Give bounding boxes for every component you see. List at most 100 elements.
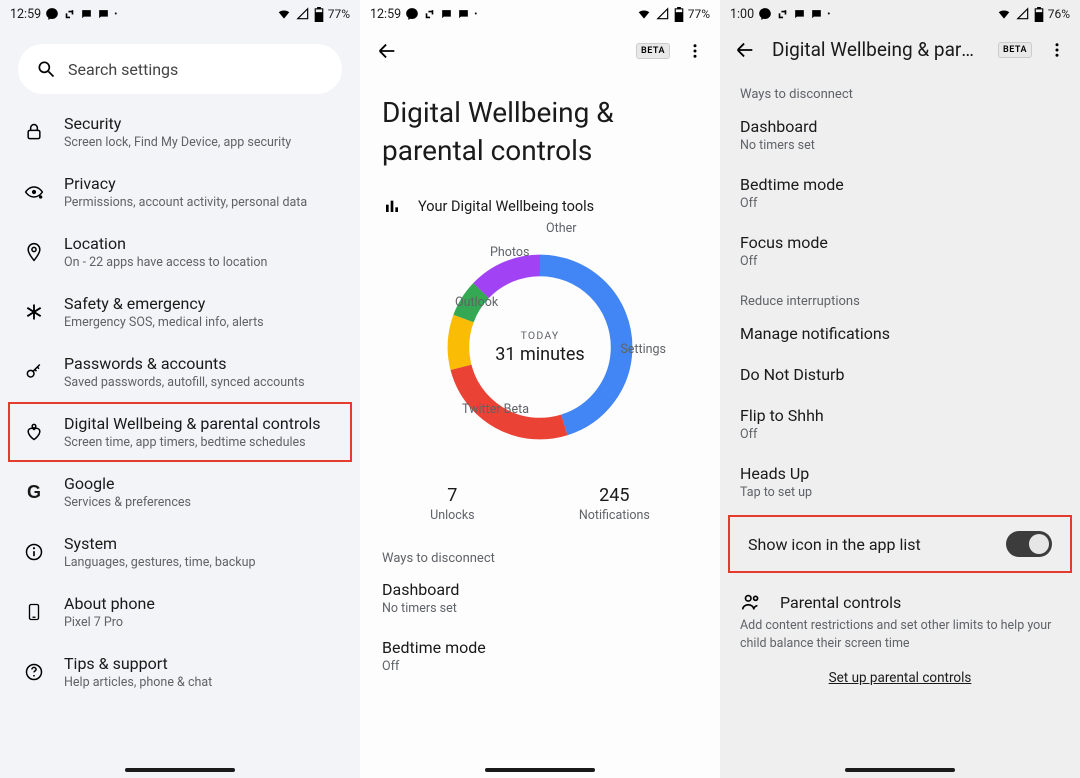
stat-notifications[interactable]: 245 Notifications: [579, 485, 650, 523]
nav-gesture-bar[interactable]: [485, 768, 595, 772]
row-title: Digital Wellbeing & parental controls: [64, 414, 338, 433]
signal-icon: [656, 7, 670, 21]
disconnect-header: Ways to disconnect: [360, 533, 720, 568]
asterisk-icon: [22, 302, 46, 322]
settings-row-tips-support[interactable]: Tips & supportHelp articles, phone & cha…: [0, 642, 360, 702]
item-title: Bedtime mode: [382, 638, 698, 657]
pin-icon: [22, 242, 46, 262]
settings-row-passwords-accounts[interactable]: Passwords & accountsSaved passwords, aut…: [0, 342, 360, 402]
item-dashboard[interactable]: DashboardNo timers set: [720, 106, 1080, 164]
stat-label: Notifications: [579, 508, 650, 523]
battery-text: 77%: [328, 7, 350, 21]
battery-icon: [314, 7, 324, 22]
nav-gesture-bar[interactable]: [845, 768, 955, 772]
wellbeing-main-screen: 12:59 • 77% BETA Digital Wellbeing & par…: [360, 0, 720, 778]
clock-text: 12:59: [370, 7, 401, 22]
overflow-menu-icon[interactable]: [686, 42, 704, 60]
item-bedtime-mode[interactable]: Bedtime modeOff: [720, 164, 1080, 222]
overflow-menu-icon[interactable]: [1048, 41, 1066, 59]
item-flip-to-shhh[interactable]: Flip to ShhhOff: [720, 395, 1080, 453]
item-do-not-disturb[interactable]: Do Not Disturb: [720, 354, 1080, 395]
toggle-on[interactable]: [1006, 531, 1052, 557]
settings-row-about-phone[interactable]: About phonePixel 7 Pro: [0, 582, 360, 642]
signal-icon: [1016, 7, 1030, 21]
bar-chart-icon: [384, 198, 400, 214]
back-icon[interactable]: [376, 40, 398, 62]
parental-controls-row[interactable]: Parental controls: [720, 579, 1080, 617]
page-title: Digital Wellbeing & pare...: [772, 38, 982, 61]
row-subtitle: Saved passwords, autofill, synced accoun…: [64, 375, 338, 390]
show-icon-toggle-row[interactable]: Show icon in the app list: [728, 515, 1072, 573]
settings-row-location[interactable]: Location On - 22 apps have access to loca…: [0, 222, 360, 282]
item-title: Focus mode: [740, 233, 1060, 252]
parental-subtitle: Add content restrictions and set other l…: [720, 617, 1080, 666]
wellbeing-scrolled-screen: 1:00 • 76% Digital Wellbeing & pare... B…: [720, 0, 1080, 778]
search-settings[interactable]: Search settings: [18, 44, 342, 94]
overflow-dot: •: [474, 9, 477, 20]
donut-label-settings: Settings: [620, 342, 666, 357]
slack-icon: [423, 8, 436, 21]
wifi-icon: [276, 7, 292, 21]
heart-icon: [22, 422, 46, 442]
item-sub: No timers set: [382, 601, 698, 616]
messenger-icon: [758, 7, 772, 21]
back-icon[interactable]: [734, 39, 756, 61]
settings-row-security[interactable]: SecurityScreen lock, Find My Device, app…: [0, 102, 360, 162]
help-icon: [22, 662, 46, 682]
wifi-icon: [996, 7, 1012, 21]
item-heads-up[interactable]: Heads UpTap to set up: [720, 453, 1080, 511]
people-icon: [740, 591, 762, 613]
parental-title: Parental controls: [780, 593, 901, 612]
messenger-icon: [405, 7, 419, 21]
row-title: Location: [64, 234, 338, 253]
item-sub: Off: [740, 254, 1060, 269]
item-dashboard[interactable]: DashboardNo timers set: [360, 568, 720, 626]
setup-parental-link[interactable]: Set up parental controls: [720, 666, 1080, 690]
row-subtitle: Languages, gestures, time, backup: [64, 555, 338, 570]
battery-icon: [1034, 7, 1044, 22]
settings-row-google[interactable]: GGoogleServices & preferences: [0, 462, 360, 522]
search-icon: [36, 59, 56, 79]
beta-badge: BETA: [636, 43, 670, 59]
chat-icon: [440, 8, 453, 21]
nav-gesture-bar[interactable]: [125, 768, 235, 772]
reduce-header: Reduce interruptions: [720, 280, 1080, 313]
settings-row-system[interactable]: SystemLanguages, gestures, time, backup: [0, 522, 360, 582]
settings-row-safety-emergency[interactable]: Safety & emergencyEmergency SOS, medical…: [0, 282, 360, 342]
disconnect-header: Ways to disconnect: [720, 79, 1080, 106]
status-bar: 1:00 • 76%: [720, 0, 1080, 28]
battery-text: 77%: [688, 7, 710, 21]
clock-text: 12:59: [10, 7, 41, 22]
battery-icon: [674, 7, 684, 22]
clock-text: 1:00: [730, 7, 754, 22]
item-bedtime-mode[interactable]: Bedtime modeOff: [360, 626, 720, 684]
settings-list-screen: 12:59 • 77%: [0, 0, 360, 778]
settings-row-digital-wellbeing-parental-controls[interactable]: Digital Wellbeing & parental controlsScr…: [8, 402, 352, 462]
settings-list: SecurityScreen lock, Find My Device, app…: [0, 102, 360, 702]
item-sub: Off: [740, 427, 1060, 442]
wifi-icon: [636, 7, 652, 21]
battery-text: 76%: [1048, 7, 1070, 21]
chat-icon: [457, 8, 470, 21]
slack-icon: [776, 8, 789, 21]
donut-label-outlook: Outlook: [455, 295, 498, 310]
item-manage-notifications[interactable]: Manage notifications: [720, 313, 1080, 354]
stat-num: 245: [579, 485, 650, 506]
tools-header-label: Your Digital Wellbeing tools: [418, 198, 594, 215]
item-focus-mode[interactable]: Focus mode Off: [720, 222, 1080, 280]
item-title: Heads Up: [740, 464, 1060, 483]
usage-donut[interactable]: TODAY 31 minutes Other Photos Outlook Tw…: [420, 227, 660, 467]
chat-icon: [80, 8, 93, 21]
item-title: Bedtime mode: [740, 175, 1060, 194]
stat-unlocks[interactable]: 7 Unlocks: [430, 485, 475, 523]
slack-icon: [63, 8, 76, 21]
row-subtitle: Permissions, account activity, personal …: [64, 195, 338, 210]
row-subtitle: Screen lock, Find My Device, app securit…: [64, 135, 338, 150]
row-subtitle: On - 22 apps have access to location: [64, 255, 338, 270]
settings-row-privacy[interactable]: PrivacyPermissions, account activity, pe…: [0, 162, 360, 222]
chat-icon: [97, 8, 110, 21]
item-sub: No timers set: [740, 138, 1060, 153]
donut-minutes: 31 minutes: [495, 344, 584, 365]
stat-num: 7: [430, 485, 475, 506]
signal-icon: [296, 7, 310, 21]
